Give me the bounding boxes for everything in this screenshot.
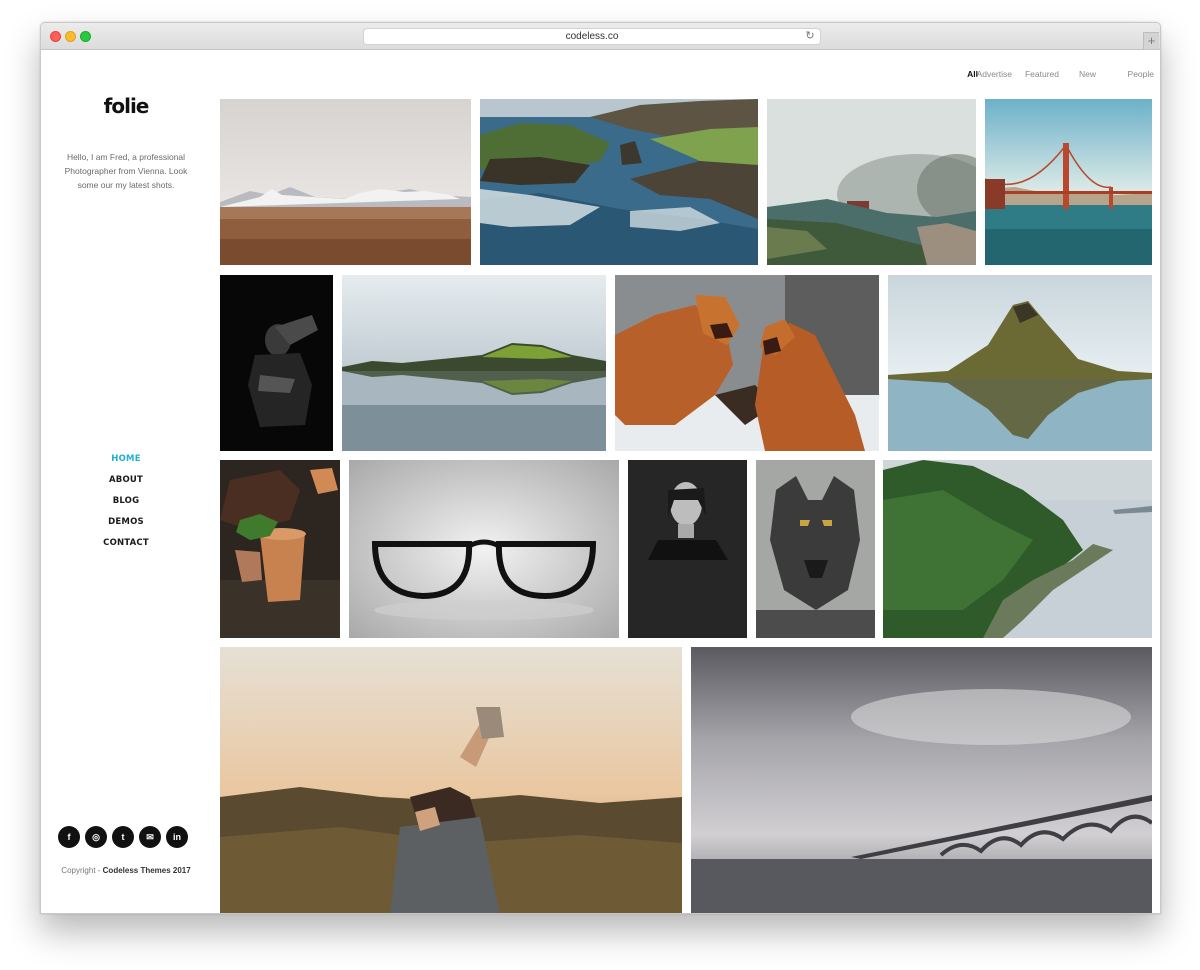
wolf-photo[interactable] — [756, 460, 875, 638]
man-drinking-water-photo[interactable] — [220, 647, 682, 913]
reload-icon[interactable]: ↻ — [804, 30, 816, 42]
portfolio-filters: All Advertise Featured New People — [760, 69, 1160, 81]
kirkjufell-reflection-photo[interactable] — [888, 275, 1152, 451]
desert-mountains-photo[interactable] — [220, 99, 471, 265]
eyeglasses-photo[interactable] — [349, 460, 619, 638]
copyright-prefix: Copyright - — [61, 866, 103, 875]
zoom-window-button[interactable] — [80, 31, 91, 42]
url-text: codeless.co — [565, 31, 619, 42]
cocktail-glass-photo[interactable] — [220, 460, 340, 638]
minimize-window-button[interactable] — [65, 31, 76, 42]
twitter-icon[interactable]: t — [112, 826, 134, 848]
fighting-foxes-photo[interactable] — [615, 275, 879, 451]
foggy-lake-photo[interactable] — [767, 99, 976, 265]
new-tab-button[interactable]: + — [1143, 32, 1159, 49]
coastal-cliffs-photo[interactable] — [480, 99, 758, 265]
social-links: f ◎ t ✉ in — [58, 826, 194, 848]
forest-coast-photo[interactable] — [883, 460, 1152, 638]
nav-contact[interactable]: CONTACT — [41, 533, 211, 554]
nav-blog[interactable]: BLOG — [41, 491, 211, 512]
linkedin-icon[interactable]: in — [166, 826, 188, 848]
copyright: Copyright - Codeless Themes 2017 — [41, 866, 211, 875]
site-logo[interactable]: folie — [41, 94, 211, 118]
close-window-button[interactable] — [50, 31, 61, 42]
intro-text: Hello, I am Fred, a professional Photogr… — [64, 152, 188, 190]
nav-home[interactable]: HOME — [41, 449, 211, 470]
dark-portrait-man-photo[interactable] — [220, 275, 333, 451]
filter-advertise[interactable]: Advertise — [977, 69, 1012, 79]
woman-portrait-photo[interactable] — [628, 460, 747, 638]
main-nav: HOME ABOUT BLOG DEMOS CONTACT — [41, 449, 211, 554]
browser-window: codeless.co ↻ + folie Hello, I am Fred, … — [40, 22, 1161, 914]
nav-about[interactable]: ABOUT — [41, 470, 211, 491]
mail-icon[interactable]: ✉ — [139, 826, 161, 848]
facebook-icon[interactable]: f — [58, 826, 80, 848]
filter-new[interactable]: New — [1079, 69, 1096, 79]
address-bar[interactable]: codeless.co ↻ — [363, 28, 821, 45]
filter-people[interactable]: People — [1128, 69, 1154, 79]
nav-demos[interactable]: DEMOS — [41, 512, 211, 533]
mountain-lake-reflection-photo[interactable] — [342, 275, 606, 451]
instagram-icon[interactable]: ◎ — [85, 826, 107, 848]
long-bridge-sea-photo[interactable] — [691, 647, 1152, 913]
filter-featured[interactable]: Featured — [1025, 69, 1059, 79]
browser-titlebar: codeless.co ↻ + — [41, 23, 1160, 50]
copyright-owner[interactable]: Codeless Themes 2017 — [103, 866, 191, 875]
golden-gate-bridge-photo[interactable] — [985, 99, 1152, 265]
sidebar: folie Hello, I am Fred, a professional P… — [41, 51, 211, 913]
